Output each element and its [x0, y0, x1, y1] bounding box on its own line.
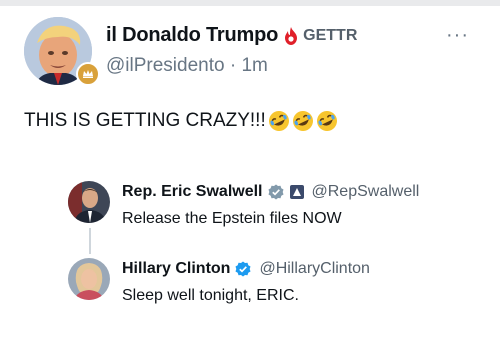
post-text: THIS IS GETTING CRAZY!!!	[24, 110, 266, 131]
reply-text-clinton: Sleep well tonight, ERIC.	[122, 287, 299, 304]
verified-gray-icon	[268, 184, 284, 200]
author-name-row: il Donaldo Trumpo GETTR	[106, 24, 357, 47]
post-time[interactable]: 1m	[241, 55, 267, 76]
reply-header-swalwell: Rep. Eric Swalwell @RepSwalwell	[122, 183, 419, 201]
reply-name-clinton[interactable]: Hillary Clinton	[122, 260, 230, 278]
gettr-logo-icon	[283, 26, 299, 45]
thread-connector	[89, 228, 91, 254]
reply-avatar-swalwell[interactable]	[68, 181, 110, 223]
verified-blue-icon	[235, 261, 251, 277]
more-options-icon[interactable]: ···	[446, 24, 469, 47]
reply-name-swalwell[interactable]: Rep. Eric Swalwell	[122, 183, 263, 201]
government-flag-icon	[289, 185, 304, 199]
author-meta: @ilPresidento · 1m	[106, 55, 268, 77]
badge-icon	[76, 62, 100, 86]
top-divider	[0, 0, 500, 6]
reply-text-swalwell: Release the Epstein files NOW	[122, 210, 342, 227]
rofl-emoji-icon	[268, 110, 290, 132]
rofl-emoji-icon	[316, 110, 338, 132]
post-text-row: THIS IS GETTING CRAZY!!!	[24, 110, 338, 132]
author-display-name[interactable]: il Donaldo Trumpo	[106, 24, 278, 47]
reply-avatar-clinton[interactable]	[68, 258, 110, 300]
author-handle[interactable]: @ilPresidento	[106, 55, 225, 76]
platform-label: GETTR	[303, 26, 358, 44]
rofl-emoji-icon	[292, 110, 314, 132]
reply-header-clinton: Hillary Clinton @HillaryClinton	[122, 260, 370, 278]
reply-handle-clinton[interactable]: @HillaryClinton	[259, 260, 370, 278]
reply-handle-swalwell[interactable]: @RepSwalwell	[312, 183, 420, 201]
meta-separator: ·	[229, 55, 237, 76]
